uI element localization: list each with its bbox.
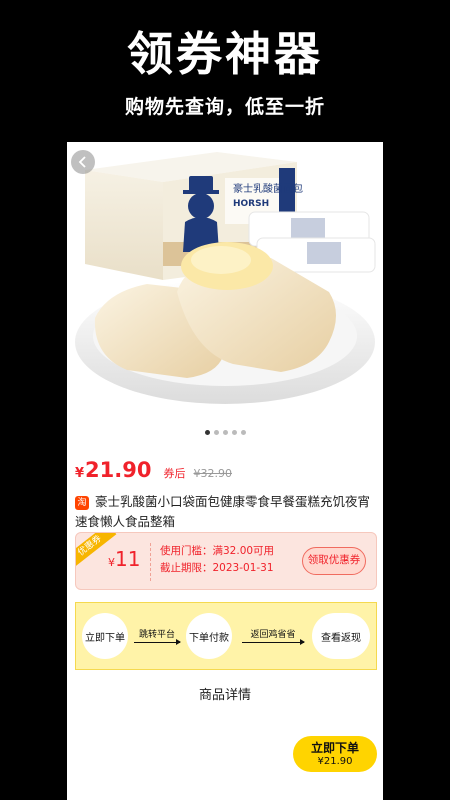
carousel-indicator <box>67 430 383 435</box>
order-button-label: 立即下单 <box>310 741 359 755</box>
promo-subhead: 购物先查询，低至一折 <box>124 96 325 118</box>
flow-step-pay: 下单付款 <box>186 613 232 659</box>
carousel-dot[interactable] <box>222 430 228 435</box>
product-details-heading: 商品详情 <box>198 688 251 703</box>
brand-text-on-box: 豪士乳酸菌面包 <box>233 182 303 195</box>
coupon-amount-value: 11 <box>115 547 141 571</box>
order-button-price: ¥21.90 <box>317 756 353 767</box>
coupon-card: 优惠券 ¥11 使用门槛：满32.00可用 截止期限：2023-01-31 领取… <box>75 532 377 590</box>
back-button[interactable] <box>71 150 95 174</box>
flow-step-cashback: 查看返现 <box>312 613 370 659</box>
coupon-price: 21.90 <box>85 458 152 482</box>
coupon-info: 使用门槛：满32.00可用 截止期限：2023-01-31 <box>160 543 274 577</box>
price-row: ¥ 21.90 券后 ¥32.90 <box>75 458 232 482</box>
coupon-divider <box>150 543 151 581</box>
claim-coupon-button[interactable]: 领取优惠券 <box>302 547 366 575</box>
taobao-badge-icon: 淘 <box>75 495 89 510</box>
flow-arrow-label: 返回鸡省省 <box>250 630 296 640</box>
promo-headline: 领券神器 <box>127 27 323 81</box>
order-flow-guide: 立即下单 跳转平台 下单付款 返回鸡省省 查看返现 <box>75 602 377 670</box>
price-currency: ¥ <box>75 466 85 481</box>
flow-arrow-label: 跳转平台 <box>138 630 175 640</box>
product-photo-illustration: 豪士乳酸菌面包 HORSH <box>75 152 376 404</box>
price-tag: 券后 <box>163 467 186 480</box>
coupon-deadline: 截止期限：2023-01-31 <box>160 562 274 574</box>
brand-en-on-box: HORSH <box>233 199 269 209</box>
coupon-amount: ¥11 <box>108 547 140 571</box>
carousel-dot[interactable] <box>213 430 219 435</box>
chevron-left-icon <box>78 156 86 168</box>
coupon-currency: ¥ <box>108 556 115 569</box>
arrow-right-icon <box>242 639 305 645</box>
original-price: ¥32.90 <box>193 467 232 480</box>
flow-step-order: 立即下单 <box>82 613 128 659</box>
coupon-threshold: 使用门槛：满32.00可用 <box>160 545 275 557</box>
product-title-block: 淘豪士乳酸菌小口袋面包健康零食早餐蛋糕充饥夜宵速食懒人食品整箱 <box>75 492 377 532</box>
product-image[interactable]: 豪士乳酸菌面包 HORSH <box>67 142 383 424</box>
app-screen: 豪士乳酸菌面包 HORSH ¥ 21.90 券后 ¥32.90 淘 豪士乳酸菌小… <box>67 142 383 800</box>
arrow-right-icon <box>134 639 181 645</box>
carousel-dot[interactable] <box>231 430 237 435</box>
carousel-dot[interactable] <box>240 430 246 435</box>
product-title: 豪士乳酸菌小口袋面包健康零食早餐蛋糕充饥夜宵速食懒人食品整箱 <box>75 494 371 529</box>
flow-arrow-return: 返回鸡省省 <box>242 627 305 645</box>
order-now-button[interactable]: 立即下单 ¥21.90 <box>293 736 377 772</box>
carousel-dot[interactable] <box>204 430 210 435</box>
flow-arrow-jump: 跳转平台 <box>134 627 181 645</box>
